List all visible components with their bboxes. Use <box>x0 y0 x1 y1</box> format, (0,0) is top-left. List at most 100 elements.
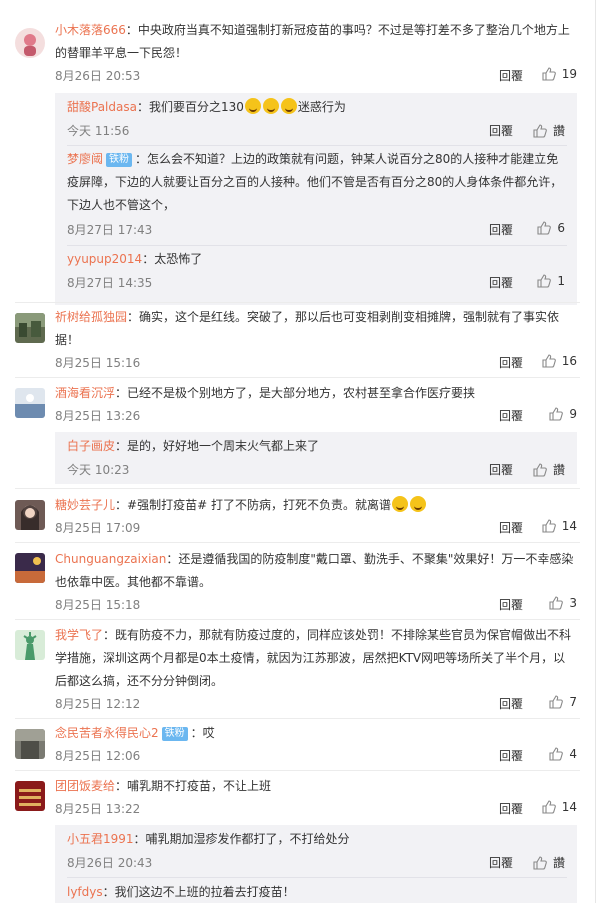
username-link[interactable]: 甜酸Paldasa <box>67 100 137 114</box>
avatar[interactable] <box>15 729 45 759</box>
like-button[interactable]: 7 <box>549 695 577 709</box>
thumbs-up-icon <box>549 596 564 610</box>
like-button[interactable]: 16 <box>542 354 577 368</box>
reply-body: ：我们要百分之130 <box>136 100 244 114</box>
comment-text: 酒海看沉浮：已经不是极个别地方了，是大部分地方，农村甚至拿合作医疗要挟 <box>55 382 577 405</box>
username-link[interactable]: 酒海看沉浮 <box>55 386 115 400</box>
comment-text: 念民苦者永得民心2 铁粉 ：哎 <box>55 722 577 745</box>
like-button[interactable]: 讚 <box>533 854 565 871</box>
avatar[interactable] <box>15 28 45 58</box>
panel-right-border <box>595 0 596 903</box>
reply-meta: 8月27日 14:35 回覆 1 <box>67 274 565 292</box>
thumbs-up-icon <box>537 221 552 235</box>
avatar[interactable] <box>15 630 45 660</box>
reply-button[interactable]: 回覆 <box>499 354 523 371</box>
username-link[interactable]: 念民苦者永得民心2 <box>55 726 159 740</box>
username-link[interactable]: lyfdys <box>67 885 103 899</box>
reply-body: ：是的，好好地一个周末火气都上来了 <box>115 439 320 453</box>
thumbs-up-icon <box>549 747 564 761</box>
reply-button[interactable]: 回覆 <box>499 67 523 84</box>
thumbs-up-icon <box>542 800 556 814</box>
comment-body: ：中央政府当真不知道强制打新冠疫苗的事吗？不过是等打差不多了整治几个地方上的替罪… <box>55 23 570 60</box>
like-count: 14 <box>561 519 577 533</box>
reply-time: 今天 11:56 <box>67 124 130 138</box>
like-button[interactable]: 14 <box>542 519 577 533</box>
comment-time: 8月25日 15:18 <box>55 598 141 612</box>
reply-meta: 8月26日 20:43 回覆 讚 <box>67 854 565 872</box>
username-link[interactable]: 梦廖阈 <box>67 152 103 166</box>
like-button[interactable]: 9 <box>549 407 577 421</box>
reply-text: 小五君1991：哺乳期加湿疹发作都打了，不打给处分 <box>67 828 567 851</box>
divider <box>15 770 580 771</box>
reply-button[interactable]: 回覆 <box>489 274 513 291</box>
username-link[interactable]: 小木落落666 <box>55 23 126 37</box>
like-button[interactable]: 14 <box>542 800 577 814</box>
reply-button[interactable]: 回覆 <box>499 747 523 764</box>
avatar[interactable] <box>15 781 45 811</box>
avatar[interactable] <box>15 500 45 530</box>
like-count: 6 <box>557 221 565 235</box>
avatar[interactable] <box>15 388 45 418</box>
thumbs-up-icon <box>537 274 552 288</box>
reply-button[interactable]: 回覆 <box>499 407 523 424</box>
username-link[interactable]: 我学飞了 <box>55 628 103 642</box>
like-button[interactable]: 6 <box>537 221 565 235</box>
comment-time: 8月25日 15:16 <box>55 356 141 370</box>
username-link[interactable]: 白子画皮 <box>67 439 115 453</box>
like-button[interactable]: 19 <box>542 67 577 81</box>
reply-text: lyfdys：我们这边不上班的拉着去打疫苗！ <box>67 881 567 904</box>
comment-body: ：确实，这个是红线。突破了，那以后也可变相剥削变相摊牌，强制就有了事实依据！ <box>55 310 560 347</box>
username-link[interactable]: Chunguangzaixian <box>55 552 166 566</box>
thumbs-up-icon <box>542 67 556 81</box>
username-link[interactable]: 团团饭麦给 <box>55 779 115 793</box>
username-link[interactable]: yyupup2014 <box>67 252 142 266</box>
like-count: 7 <box>569 695 577 709</box>
like-button[interactable]: 讚 <box>533 122 565 139</box>
reply-button[interactable]: 回覆 <box>499 695 523 712</box>
divider <box>67 245 567 246</box>
like-button[interactable]: 4 <box>549 747 577 761</box>
reply-text: 梦廖阈 铁粉 ：怎么会不知道？上边的政策就有问题，钟某人说百分之80的人接种才能建立… <box>67 148 567 217</box>
reply-button[interactable]: 回覆 <box>489 122 513 139</box>
like-button[interactable]: 1 <box>537 274 565 288</box>
reply-text: 白子画皮：是的，好好地一个周末火气都上来了 <box>67 435 567 458</box>
thumbs-up-icon <box>542 354 556 368</box>
avatar[interactable] <box>15 313 45 343</box>
reply-button[interactable]: 回覆 <box>489 221 513 238</box>
comment-text: 祈树给孤独园：确实，这个是红线。突破了，那以后也可变相剥削变相摊牌，强制就有了事… <box>55 306 577 352</box>
reply-button[interactable]: 回覆 <box>499 596 523 613</box>
smile-emoji-icon <box>244 98 261 114</box>
reply-body-tail: 迷惑行为 <box>297 100 346 114</box>
comment-text: Chunguangzaixian：还是遵循我国的防疫制度"戴口罩、勤洗手、不聚集… <box>55 548 577 594</box>
like-button[interactable]: 讚 <box>533 461 565 478</box>
comment-time: 8月25日 12:12 <box>55 697 141 711</box>
thumbs-up-icon <box>549 695 564 709</box>
username-link[interactable]: 糖妙芸子儿 <box>55 498 115 512</box>
reply-button[interactable]: 回覆 <box>489 461 513 478</box>
reply-thread: 白子画皮：是的，好好地一个周末火气都上来了 今天 10:23 回覆 讚 <box>55 432 577 484</box>
like-label: 讚 <box>552 463 565 477</box>
comment-body: ：哎 <box>190 726 215 740</box>
like-count: 19 <box>561 67 577 81</box>
username-link[interactable]: 小五君1991 <box>67 832 134 846</box>
reply-time: 8月27日 14:35 <box>67 276 153 290</box>
divider <box>15 619 580 620</box>
reply-button[interactable]: 回覆 <box>499 519 523 536</box>
reply-time: 今天 10:23 <box>67 463 130 477</box>
like-button[interactable]: 3 <box>549 596 577 610</box>
avatar[interactable] <box>15 553 45 583</box>
divider <box>15 718 580 719</box>
reply-meta: 8月27日 17:43 回覆 6 <box>67 221 565 239</box>
comment-meta: 8月25日 15:16 回覆 16 <box>55 354 577 372</box>
comment-time: 8月25日 13:26 <box>55 409 141 423</box>
username-link[interactable]: 祈树给孤独园 <box>55 310 127 324</box>
thumbs-up-icon <box>533 856 547 870</box>
reply-button[interactable]: 回覆 <box>489 854 513 871</box>
comment-time: 8月26日 20:53 <box>55 69 141 83</box>
comment-meta: 8月25日 15:18 回覆 3 <box>55 596 577 614</box>
reply-body: ：我们这边不上班的拉着去打疫苗！ <box>102 885 295 899</box>
like-count: 14 <box>561 800 577 814</box>
comment-text: 我学飞了：既有防疫不力，那就有防疫过度的，同样应该处罚！不排除某些官员为保官帽做… <box>55 624 577 693</box>
thumbs-up-icon <box>533 124 547 138</box>
reply-button[interactable]: 回覆 <box>499 800 523 817</box>
